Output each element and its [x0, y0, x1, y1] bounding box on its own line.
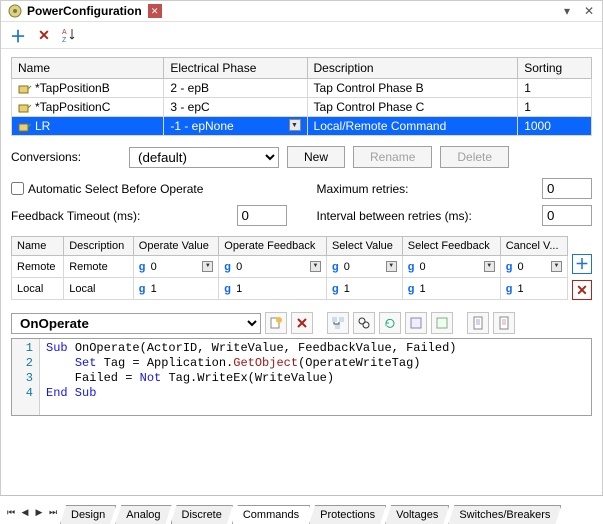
- col-header[interactable]: Select Feedback: [402, 237, 500, 256]
- script-doc2-icon[interactable]: [493, 312, 515, 334]
- tab-commands[interactable]: Commands: [232, 505, 310, 524]
- chevron-down-icon[interactable]: ▼: [386, 261, 397, 272]
- tab-nav-next[interactable]: ▶: [32, 503, 46, 521]
- rename-button: Rename: [353, 146, 432, 168]
- window-close-icon[interactable]: ✕: [582, 4, 596, 18]
- col-header[interactable]: Name: [12, 237, 64, 256]
- col-header[interactable]: Electrical Phase: [164, 58, 307, 79]
- tab-analog[interactable]: Analog: [115, 505, 171, 524]
- new-button[interactable]: New: [287, 146, 345, 168]
- close-tab-button[interactable]: ✕: [148, 4, 162, 18]
- window-dropdown-icon[interactable]: ▾: [560, 4, 574, 18]
- interval-input[interactable]: [542, 205, 592, 226]
- window-title: PowerConfiguration: [27, 4, 142, 18]
- table-row[interactable]: RemoteRemoteg 0▼g 0▼g 0▼g 0▼g 0▼: [12, 256, 568, 278]
- max-retries-input[interactable]: [542, 178, 592, 199]
- svg-text:A: A: [62, 29, 67, 36]
- app-icon: [7, 3, 23, 19]
- auto-select-input[interactable]: [11, 182, 24, 195]
- feedback-timeout-input[interactable]: [237, 205, 287, 226]
- col-header[interactable]: Operate Feedback: [219, 237, 327, 256]
- chevron-down-icon[interactable]: ▼: [202, 261, 213, 272]
- tab-nav-prev[interactable]: ◀: [18, 503, 32, 521]
- tab-voltages[interactable]: Voltages: [385, 505, 449, 524]
- tab-switchesbreakers[interactable]: Switches/Breakers: [448, 505, 561, 524]
- conversions-label: Conversions:: [11, 150, 121, 164]
- svg-text:Z: Z: [62, 37, 67, 43]
- bottom-tabstrip: ⏮ ◀ ▶ ⏭ DesignAnalogDiscreteCommandsProt…: [0, 495, 603, 521]
- table-row[interactable]: *TapPositionB2 - epBTap Control Phase B1: [12, 79, 592, 98]
- col-header[interactable]: Sorting: [518, 58, 592, 79]
- interval-label: Interval between retries (ms):: [317, 209, 472, 223]
- col-header[interactable]: Description: [64, 237, 134, 256]
- event-combo[interactable]: OnOperate: [11, 313, 261, 334]
- table-row[interactable]: LR-1 - epNone▼Local/Remote Command1000: [12, 117, 592, 136]
- delete-row-button[interactable]: ✕: [572, 280, 592, 300]
- tags-table[interactable]: NameElectrical PhaseDescriptionSorting *…: [11, 57, 592, 136]
- table-row[interactable]: LocalLocalg 1g 1g 1g 1g 1: [12, 278, 568, 300]
- script-delete-icon[interactable]: [291, 312, 313, 334]
- script-new-icon[interactable]: [265, 312, 287, 334]
- script-tool2-icon[interactable]: [431, 312, 453, 334]
- chevron-down-icon[interactable]: ▼: [310, 261, 321, 272]
- script-tree-icon[interactable]: [327, 312, 349, 334]
- col-header[interactable]: Description: [307, 58, 518, 79]
- tab-discrete[interactable]: Discrete: [171, 505, 233, 524]
- auto-select-checkbox[interactable]: Automatic Select Before Operate: [11, 182, 203, 196]
- col-header[interactable]: Cancel V...: [500, 237, 567, 256]
- col-header[interactable]: Name: [12, 58, 164, 79]
- conversions-combo[interactable]: (default): [129, 147, 279, 168]
- delete-button[interactable]: ✕: [35, 26, 53, 44]
- chevron-down-icon[interactable]: ▼: [551, 261, 562, 272]
- col-header[interactable]: Select Value: [326, 237, 402, 256]
- max-retries-label: Maximum retries:: [317, 182, 409, 196]
- tab-design[interactable]: Design: [60, 505, 116, 524]
- sort-button[interactable]: AZ: [61, 26, 79, 44]
- tab-nav-last[interactable]: ⏭: [46, 503, 60, 521]
- chevron-down-icon[interactable]: ▼: [484, 261, 495, 272]
- script-tool1-icon[interactable]: [405, 312, 427, 334]
- script-editor[interactable]: 1234 Sub OnOperate(ActorID, WriteValue, …: [11, 338, 592, 416]
- tab-protections[interactable]: Protections: [309, 505, 386, 524]
- feedback-timeout-label: Feedback Timeout (ms):: [11, 209, 140, 223]
- table-row[interactable]: *TapPositionC3 - epCTap Control Phase C1: [12, 98, 592, 117]
- script-find-icon[interactable]: [353, 312, 375, 334]
- tab-nav-first[interactable]: ⏮: [4, 503, 18, 521]
- add-button[interactable]: ＋: [9, 26, 27, 44]
- script-doc1-icon[interactable]: [467, 312, 489, 334]
- delete-conv-button: Delete: [440, 146, 509, 168]
- add-row-button[interactable]: ＋: [572, 254, 592, 274]
- chevron-down-icon[interactable]: ▼: [289, 119, 301, 131]
- col-header[interactable]: Operate Value: [133, 237, 219, 256]
- script-refresh-icon[interactable]: [379, 312, 401, 334]
- operations-table[interactable]: NameDescriptionOperate ValueOperate Feed…: [11, 236, 568, 300]
